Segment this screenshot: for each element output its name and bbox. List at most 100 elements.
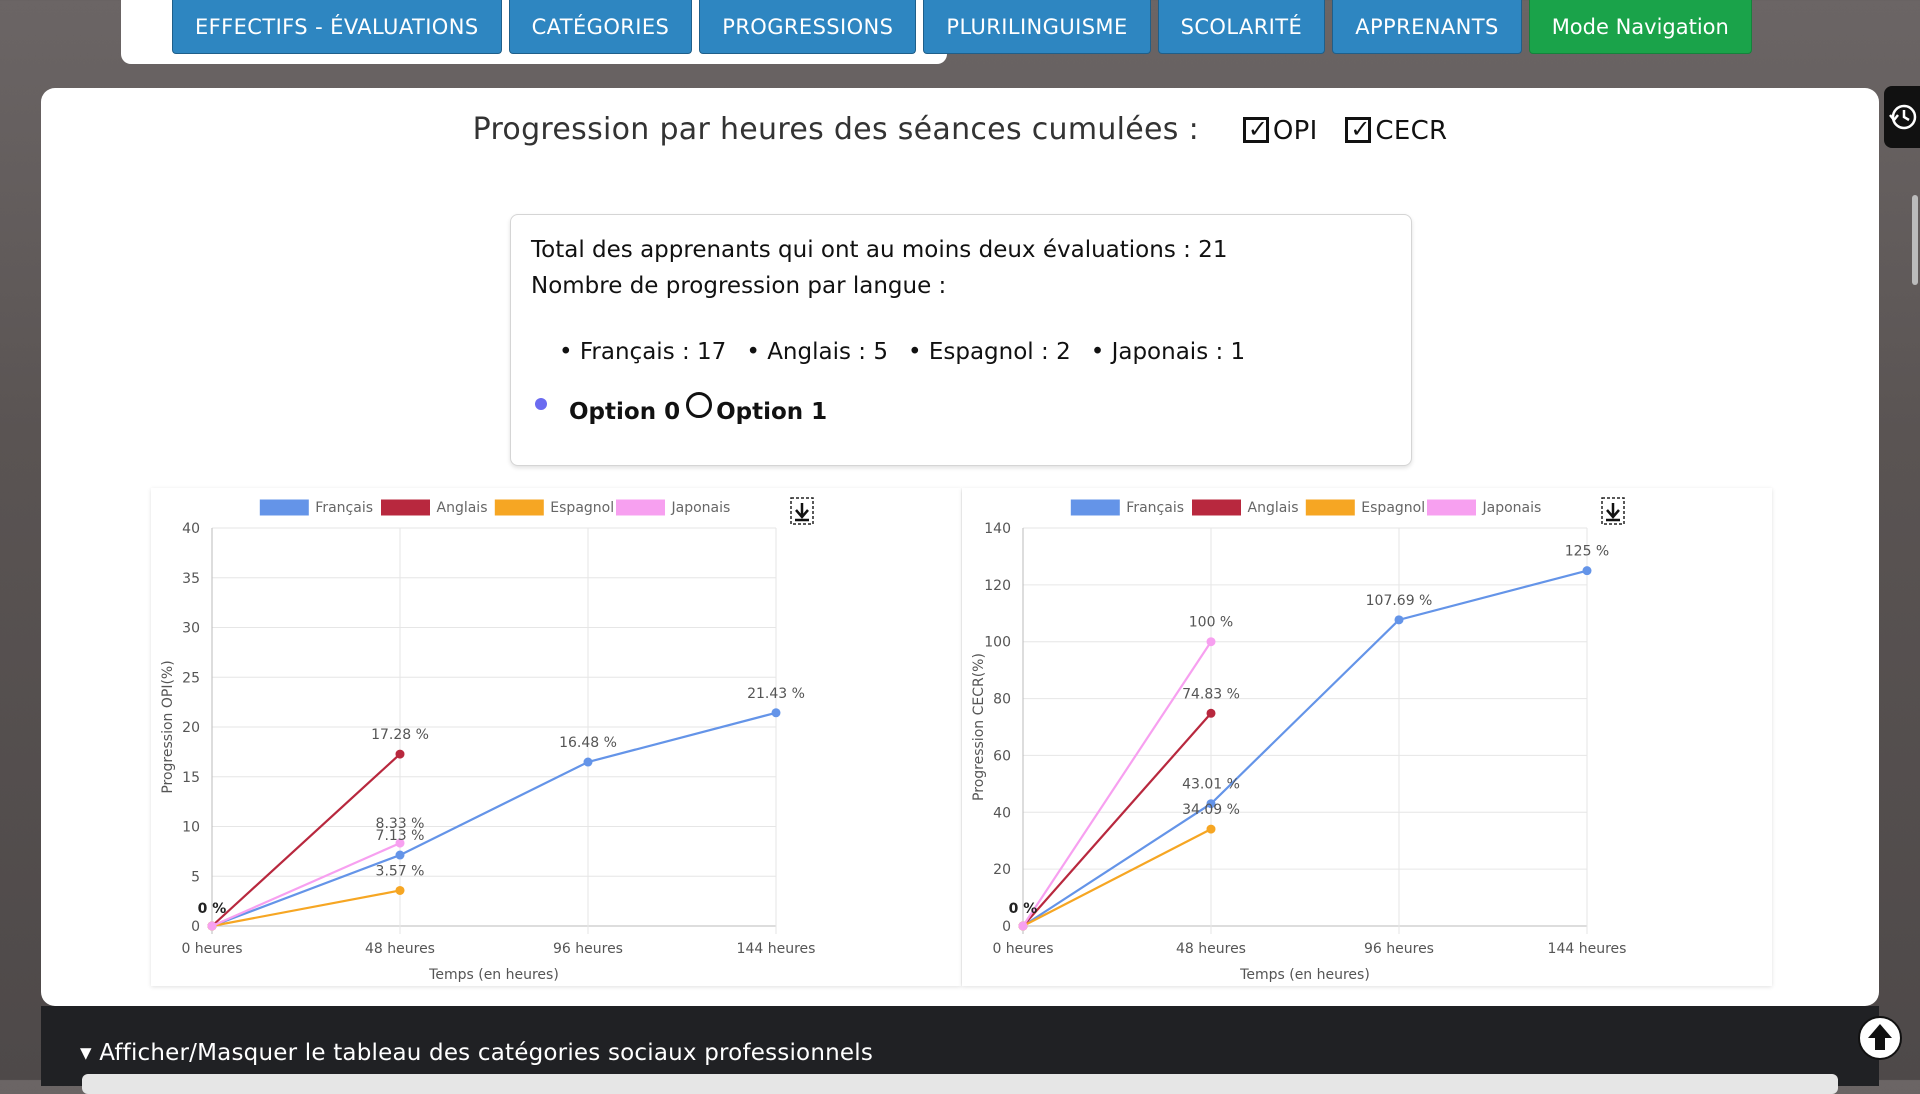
- x-axis-title: Temps (en heures): [1239, 967, 1370, 983]
- data-label-francais: 107.69 %: [1366, 593, 1433, 609]
- data-label-anglais: 17.28 %: [371, 727, 429, 743]
- y-tick-label: 20: [993, 862, 1011, 878]
- option1-radio[interactable]: [686, 392, 713, 418]
- download-icon-arrow: [795, 503, 809, 522]
- series-line-anglais: [211, 753, 401, 927]
- option0-radio[interactable]: [535, 398, 547, 410]
- toggle-csp-table[interactable]: ▾ Afficher/Masquer le tableau des catégo…: [80, 1040, 873, 1066]
- table-container: [82, 1074, 1838, 1094]
- chart-opi: 0 5 10 15 20 25 30 35 40 0 heures 48 heures 96 heur…: [151, 488, 961, 986]
- tab-effectifs[interactable]: EFFECTIFS - ÉVALUATIONS: [172, 0, 502, 54]
- y-tick-label: 0: [1002, 919, 1011, 935]
- total-learners: Total des apprenants qui ont au moins de…: [531, 237, 1228, 263]
- y-tick-label: 30: [182, 621, 200, 637]
- scroll-top-button[interactable]: [1858, 1016, 1902, 1060]
- chart-cecr-svg: 0 20 40 60 80 100 120 140 0 heures 48 heures 96 he…: [971, 497, 1627, 983]
- data-label-francais: 21.43 %: [747, 686, 805, 702]
- data-point-francais: [771, 708, 781, 718]
- summary-card: Total des apprenants qui ont au moins de…: [510, 214, 1412, 466]
- chart-opi-svg: 0 5 10 15 20 25 30 35 40 0 heures 48 heures 96 heur…: [160, 497, 815, 983]
- tab-bar: EFFECTIFS - ÉVALUATIONS CATÉGORIES PROGR…: [172, 0, 1752, 56]
- opi-checkbox[interactable]: [1242, 115, 1269, 143]
- tab-scolarite[interactable]: SCOLARITÉ: [1157, 0, 1326, 54]
- y-tick-label: 40: [182, 521, 200, 537]
- progression-count-title: Nombre de progression par langue :: [531, 273, 947, 299]
- data-label-japonais: 8.33 %: [376, 816, 425, 832]
- legend-label-anglais: Anglais: [1248, 500, 1299, 516]
- legend-label-francais: Français: [1126, 500, 1184, 516]
- legend-swatch-japonais: [616, 499, 665, 516]
- y-tick-label: 120: [984, 578, 1011, 594]
- series-line-espagnol: [1022, 828, 1212, 927]
- data-point-francais: [1394, 615, 1404, 625]
- x-axis-title: Temps (en heures): [428, 967, 559, 983]
- y-tick-label: 35: [182, 571, 200, 587]
- series-line-francais: [1022, 569, 1588, 927]
- count-anglais: • Anglais : 5: [746, 339, 888, 365]
- data-point-francais: [395, 850, 405, 860]
- data-label-francais: 125 %: [1565, 544, 1609, 560]
- data-point-espagnol: [395, 885, 405, 895]
- x-tick-label: 96 heures: [1364, 941, 1434, 957]
- cecr-label: CECR: [1375, 116, 1448, 146]
- legend-swatch-francais: [1070, 499, 1120, 516]
- data-label-anglais: 74.83 %: [1182, 686, 1240, 702]
- y-tick-label: 40: [993, 805, 1011, 821]
- download-icon[interactable]: [790, 497, 814, 525]
- y-tick-label: 15: [182, 770, 200, 786]
- tab-plurilinguisme[interactable]: PLURILINGUISME: [923, 0, 1151, 54]
- y-axis-title: Progression CECR(%): [971, 653, 987, 801]
- option0-label[interactable]: Option 0: [569, 399, 680, 425]
- data-label-espagnol: 34.09 %: [1182, 802, 1240, 818]
- count-japonais: • Japonais : 1: [1090, 339, 1246, 365]
- data-label-francais: 43.01 %: [1182, 777, 1240, 793]
- data-label-espagnol: 3.57 %: [376, 863, 425, 879]
- data-label-francais: 0 %: [198, 901, 227, 917]
- tab-categories[interactable]: CATÉGORIES: [508, 0, 693, 54]
- series-line-japonais: [211, 842, 401, 928]
- x-tick-label: 48 heures: [365, 941, 435, 957]
- arrow-up-icon: [1868, 1024, 1892, 1050]
- data-point-anglais: [1206, 708, 1216, 718]
- tab-progressions[interactable]: PROGRESSIONS: [699, 0, 917, 54]
- y-tick-label: 5: [191, 869, 200, 885]
- x-tick-label: 0 heures: [992, 941, 1053, 957]
- data-point-japonais: [1018, 921, 1028, 931]
- legend-swatch-espagnol: [1305, 499, 1355, 516]
- cecr-checkbox[interactable]: [1345, 115, 1372, 143]
- data-point-espagnol: [1206, 824, 1216, 834]
- x-tick-label: 0 heures: [181, 941, 242, 957]
- y-tick-label: 60: [993, 748, 1011, 764]
- x-tick-label: 48 heures: [1176, 941, 1246, 957]
- legend-label-espagnol: Espagnol: [1361, 500, 1425, 516]
- language-counts: • Français : 17 • Anglais : 5 • Espagnol…: [559, 339, 1245, 365]
- data-point-francais: [583, 757, 593, 767]
- data-point-francais: [1582, 566, 1592, 576]
- series-line-francais: [211, 711, 777, 928]
- scrollbar[interactable]: [1912, 195, 1918, 285]
- legend-label-japonais: Japonais: [1482, 500, 1542, 516]
- download-icon-arrow: [1606, 503, 1620, 522]
- legend-swatch-francais: [259, 499, 309, 516]
- y-tick-label: 140: [984, 521, 1011, 537]
- legend-label-japonais: Japonais: [671, 500, 731, 516]
- legend-label-espagnol: Espagnol: [550, 500, 614, 516]
- data-label-japonais: 100 %: [1189, 615, 1233, 631]
- y-tick-label: 80: [993, 692, 1011, 708]
- y-tick-label: 25: [182, 670, 200, 686]
- legend-label-francais: Français: [315, 500, 373, 516]
- chart-cecr: 0 20 40 60 80 100 120 140 0 heures 48 heures 96 he…: [962, 488, 1772, 986]
- x-tick-label: 96 heures: [553, 941, 623, 957]
- mode-navigation-button[interactable]: Mode Navigation: [1528, 0, 1752, 54]
- data-point-japonais: [1206, 637, 1216, 647]
- count-francais: • Français : 17: [559, 339, 727, 365]
- opi-label: OPI: [1272, 116, 1318, 146]
- y-tick-label: 100: [984, 635, 1011, 651]
- x-tick-label: 144 heures: [1548, 941, 1627, 957]
- download-icon[interactable]: [1601, 497, 1625, 525]
- y-tick-label: 20: [182, 720, 200, 736]
- legend-swatch-anglais: [1192, 499, 1241, 516]
- option1-label[interactable]: Option 1: [716, 399, 827, 425]
- tab-apprenants[interactable]: APPRENANTS: [1332, 0, 1522, 54]
- data-label-francais: 0 %: [1009, 901, 1038, 917]
